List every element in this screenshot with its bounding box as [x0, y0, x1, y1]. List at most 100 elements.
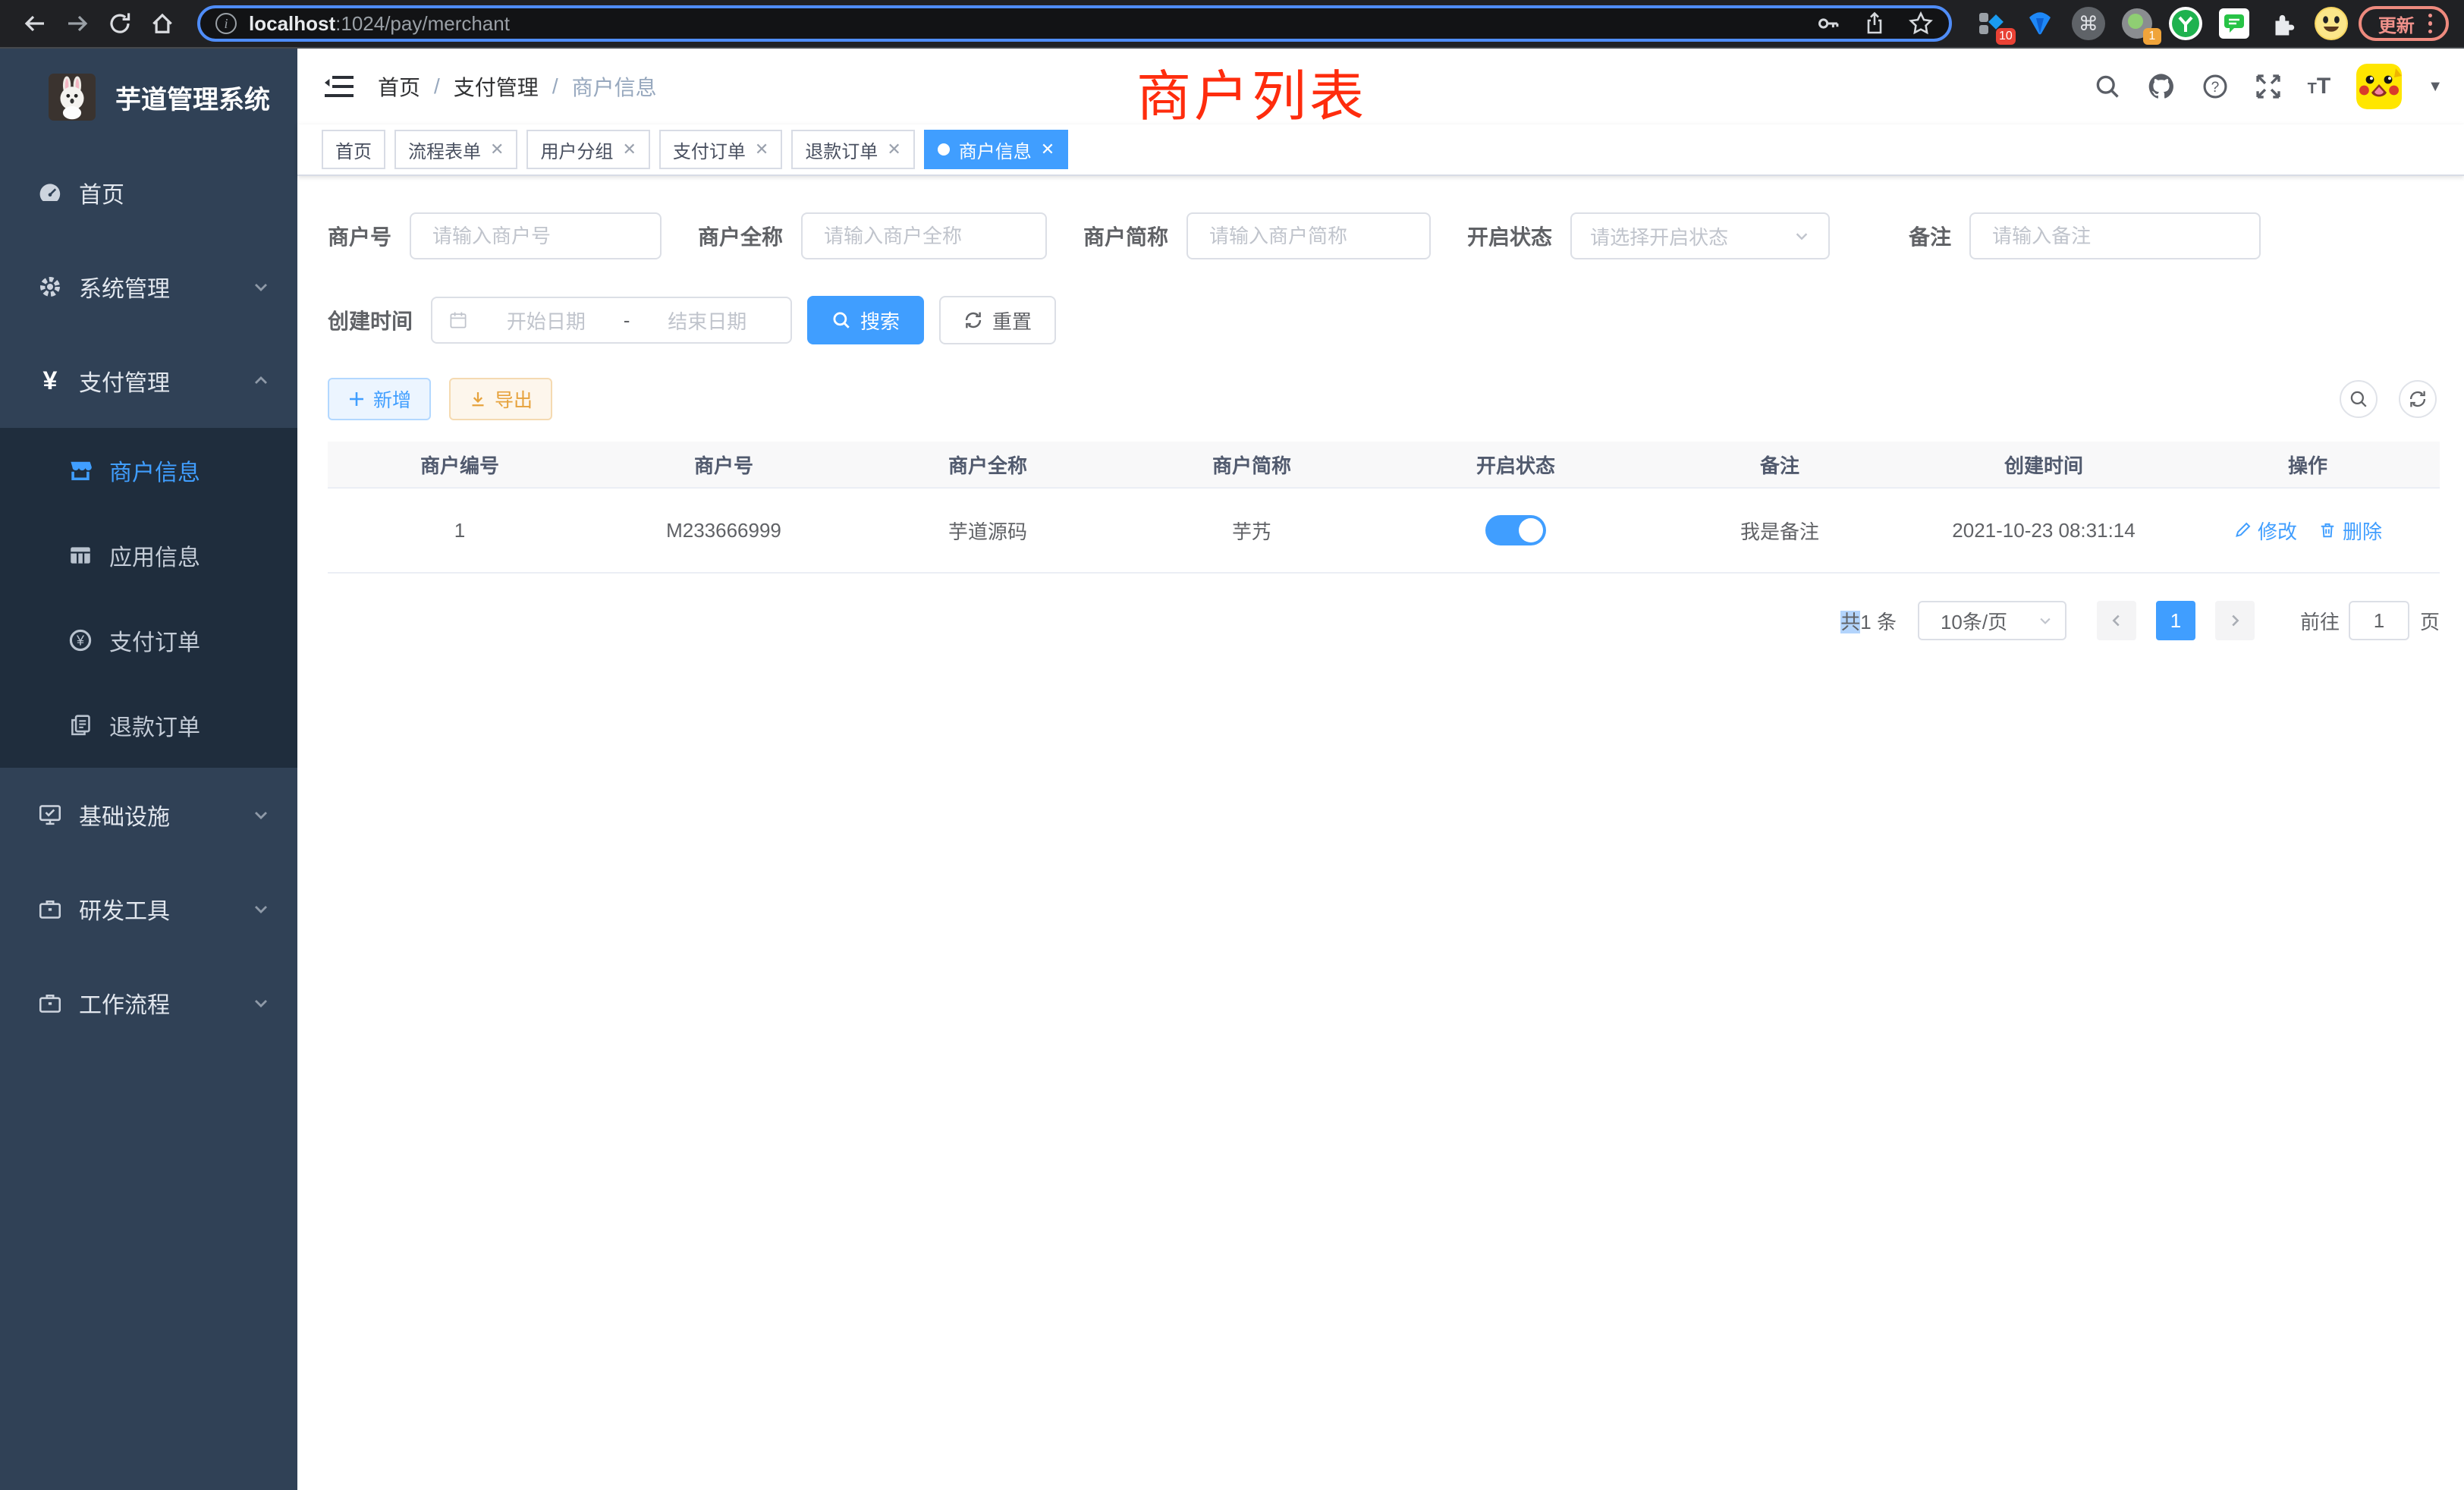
date-separator: - [624, 309, 630, 332]
password-key-icon[interactable] [1815, 11, 1841, 36]
dashboard-icon [36, 180, 64, 206]
app-logo[interactable]: 芋道管理系统 [0, 49, 297, 146]
sidebar-item-pay-order[interactable]: ¥ 支付订单 [0, 598, 297, 683]
merchant-no-input-wrap [410, 212, 662, 259]
chevron-down-icon [252, 806, 270, 824]
cell-merchant-no: M233666999 [592, 519, 856, 542]
tag-pay-order[interactable]: 支付订单✕ [659, 130, 782, 169]
refresh-table-button[interactable] [2399, 380, 2437, 418]
page-size-select[interactable]: 10条/页 [1918, 601, 2066, 640]
pagination: 共1 条 10条/页 1 前往 [328, 601, 2440, 640]
current-page[interactable]: 1 [2156, 601, 2195, 640]
merchant-no-label: 商户号 [328, 221, 391, 251]
tag-home[interactable]: 首页 [322, 130, 385, 169]
delete-link[interactable]: 删除 [2318, 517, 2382, 545]
full-name-input[interactable] [821, 223, 1027, 250]
sidebar-collapse-icon[interactable] [325, 74, 354, 99]
breadcrumb-current: 商户信息 [572, 71, 657, 102]
user-avatar[interactable] [2356, 64, 2402, 109]
col-actions: 操作 [2176, 451, 2440, 479]
ext-proxy-icon[interactable]: 1 [2119, 5, 2155, 42]
filter-row-2: 创建时间 开始日期 - 结束日期 搜索 [328, 296, 2440, 344]
goto-page-input[interactable] [2349, 601, 2409, 640]
extensions-puzzle-icon[interactable] [2264, 5, 2301, 42]
prev-page-button[interactable] [2097, 601, 2136, 640]
app-title: 芋道管理系统 [115, 79, 270, 116]
svg-text:¥: ¥ [76, 633, 85, 648]
ext-chat-icon[interactable] [2216, 5, 2252, 42]
status-toggle[interactable] [1485, 515, 1546, 545]
sidebar-item-app-info[interactable]: 应用信息 [0, 513, 297, 598]
breadcrumb-home[interactable]: 首页 [378, 71, 420, 102]
briefcase-icon [36, 896, 64, 922]
header-search-icon[interactable] [2094, 73, 2121, 100]
fullscreen-icon[interactable] [2255, 73, 2282, 100]
remark-input[interactable] [1989, 223, 2241, 250]
sidebar-item-workflow[interactable]: 工作流程 [0, 956, 297, 1050]
reset-button[interactable]: 重置 [939, 296, 1056, 344]
toggle-search-button[interactable] [2340, 380, 2378, 418]
browser-refresh-button[interactable] [100, 4, 140, 43]
ext-command-icon[interactable]: ⌘ [2070, 5, 2107, 42]
svg-text:?: ? [2211, 80, 2219, 96]
browser-home-button[interactable] [143, 4, 182, 43]
ext-y-green-icon[interactable] [2167, 5, 2204, 42]
app-navbar: 首页 / 支付管理 / 商户信息 商户列表 ? [297, 49, 2464, 124]
briefcase-icon [36, 990, 64, 1016]
ext-tabs-icon[interactable]: 10 [1973, 5, 2010, 42]
full-name-input-wrap [801, 212, 1047, 259]
ext-kite-icon[interactable] [2022, 5, 2058, 42]
sidebar-item-refund-order[interactable]: 退款订单 [0, 683, 297, 768]
close-icon[interactable]: ✕ [622, 140, 636, 159]
ext-badge: 1 [2143, 28, 2161, 45]
tag-refund-order[interactable]: 退款订单✕ [791, 130, 914, 169]
add-button[interactable]: 新增 [328, 378, 431, 420]
avatar-caret-icon[interactable]: ▼ [2428, 78, 2443, 96]
tag-process-form[interactable]: 流程表单✕ [394, 130, 517, 169]
sidebar-item-system[interactable]: 系统管理 [0, 240, 297, 334]
chevron-down-icon [2038, 613, 2053, 628]
calendar-icon [448, 310, 469, 331]
close-icon[interactable]: ✕ [1041, 140, 1054, 159]
browser-forward-button[interactable] [58, 4, 97, 43]
date-range-picker[interactable]: 开始日期 - 结束日期 [431, 297, 792, 344]
github-icon[interactable] [2147, 72, 2176, 101]
browser-toolbar: i localhost:1024/pay/merchant 10 [0, 0, 2464, 49]
browser-menu-icon[interactable] [2428, 14, 2432, 33]
site-info-icon[interactable]: i [215, 13, 237, 34]
tag-merchant-info[interactable]: 商户信息✕ [924, 130, 1068, 169]
close-icon[interactable]: ✕ [887, 140, 900, 159]
sidebar-item-merchant-info[interactable]: 商户信息 [0, 428, 297, 513]
merchant-no-input[interactable] [429, 223, 642, 250]
close-icon[interactable]: ✕ [755, 140, 768, 159]
screen: i localhost:1024/pay/merchant 10 [0, 0, 2464, 1490]
chevron-down-icon [252, 278, 270, 296]
search-button[interactable]: 搜索 [807, 296, 924, 344]
tag-user-group[interactable]: 用户分组✕ [526, 130, 649, 169]
browser-update-button[interactable]: 更新 [2359, 6, 2449, 41]
help-icon[interactable]: ? [2202, 73, 2229, 100]
col-created: 创建时间 [1912, 451, 2176, 479]
page-title-annotation: 商户列表 [1136, 52, 1367, 131]
next-page-button[interactable] [2215, 601, 2255, 640]
sidebar-item-pay[interactable]: ¥ 支付管理 [0, 334, 297, 428]
sidebar-item-infra[interactable]: 基础设施 [0, 768, 297, 862]
goto-label: 前往 [2300, 607, 2340, 635]
close-icon[interactable]: ✕ [490, 140, 504, 159]
export-button[interactable]: 导出 [449, 378, 552, 420]
ext-badge: 10 [1996, 28, 2016, 45]
sidebar-item-dev-tools[interactable]: 研发工具 [0, 862, 297, 956]
status-select[interactable]: 请选择开启状态 [1570, 212, 1830, 259]
table-toolbar: 新增 导出 [328, 378, 2440, 420]
browser-back-button[interactable] [15, 4, 55, 43]
ext-emoji-avatar-icon[interactable] [2313, 5, 2349, 42]
url-bar[interactable]: i localhost:1024/pay/merchant [197, 5, 1952, 42]
sidebar-item-home[interactable]: 首页 [0, 146, 297, 240]
breadcrumb-pay[interactable]: 支付管理 [454, 71, 539, 102]
share-icon[interactable] [1862, 11, 1887, 36]
bookmark-star-icon[interactable] [1908, 11, 1934, 36]
short-name-input[interactable] [1206, 223, 1411, 250]
font-size-icon[interactable]: TT [2308, 74, 2331, 99]
total-count: 共1 条 [1840, 607, 1897, 635]
edit-link[interactable]: 修改 [2233, 517, 2297, 545]
